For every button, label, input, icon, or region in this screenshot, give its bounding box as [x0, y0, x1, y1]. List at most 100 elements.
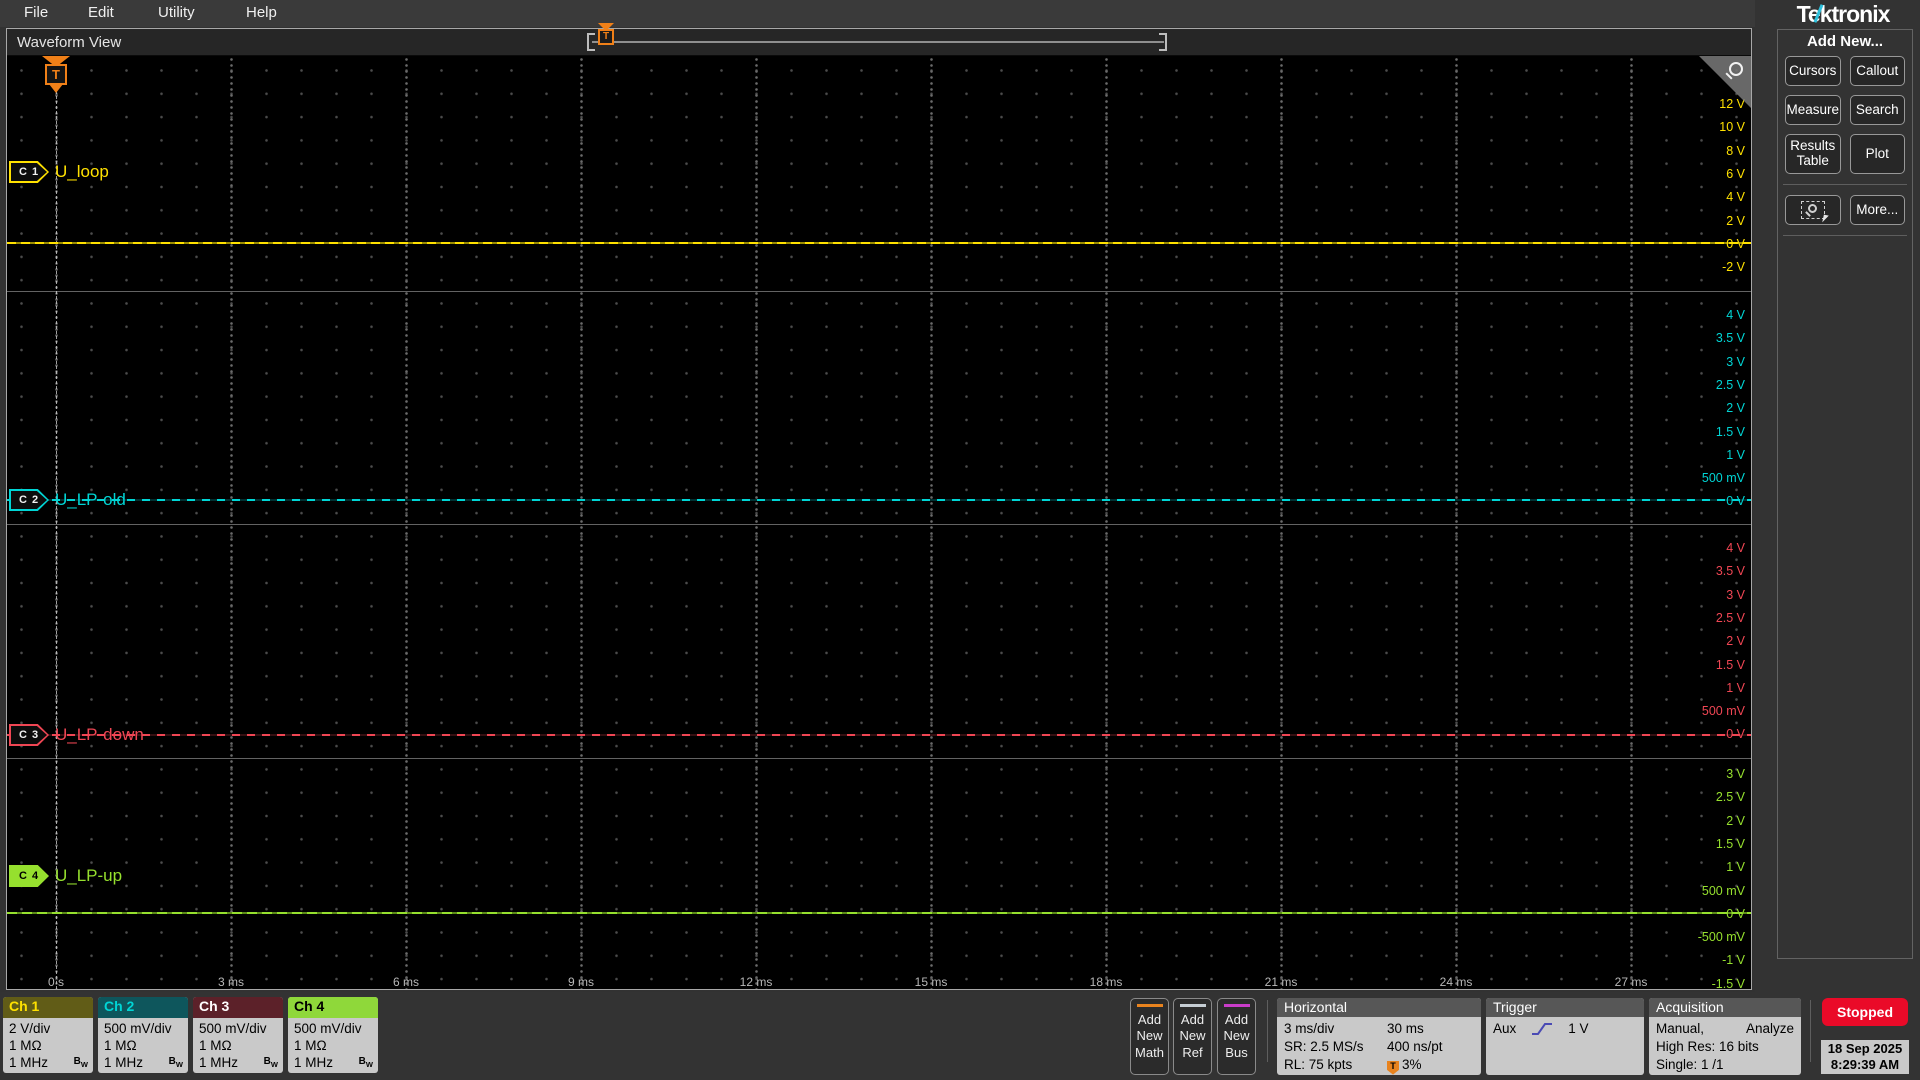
- trigger-source: Aux: [1493, 1021, 1517, 1036]
- axis-label: 10 V: [1719, 120, 1745, 135]
- slice-divider: [7, 524, 1751, 525]
- time-label: 8:29:39 AM: [1830, 1057, 1900, 1072]
- add-new-ref-button[interactable]: Add New Ref: [1173, 998, 1212, 1075]
- menu-help[interactable]: Help: [246, 4, 277, 21]
- channel-2-scale: 4 V 3.5 V 3 V 2.5 V 2 V 1.5 V 1 V 500 mV 0 V: [7, 56, 1751, 989]
- axis-label: 3 V: [1726, 767, 1745, 781]
- axis-label: 4 V: [1726, 190, 1745, 205]
- cursors-button[interactable]: Cursors: [1785, 56, 1841, 86]
- bar-separator: [1267, 1000, 1268, 1062]
- menu-file[interactable]: File: [24, 4, 48, 21]
- axis-label: -500 mV: [1697, 930, 1745, 945]
- trigger-position-line: [56, 56, 57, 989]
- add-new-math-button[interactable]: Add New Math: [1130, 998, 1169, 1075]
- waveform-trace-ch1[interactable]: [7, 242, 1751, 244]
- bandwidth-limit-icon: BW: [73, 1055, 88, 1069]
- more-button[interactable]: More...: [1849, 195, 1905, 225]
- datetime-display: 18 Sep 2025 8:29:39 AM: [1821, 1040, 1909, 1074]
- overview-right-bracket[interactable]: [1159, 33, 1167, 51]
- menu-bar: File Edit Utility Help: [0, 0, 1920, 27]
- channel-2-handle-label: C 2: [18, 494, 40, 506]
- axis-label: 2 V: [1726, 401, 1745, 416]
- acquisition-panel[interactable]: Acquisition Manual, Analyze High Res: 16 …: [1649, 998, 1801, 1075]
- slice-divider: [7, 291, 1751, 292]
- measure-button[interactable]: Measure: [1785, 95, 1841, 125]
- time-axis: 0 s3 ms 6 ms 9 ms 12 ms 15 ms 18 ms 21 ms 24 ms…: [7, 56, 1751, 989]
- axis-label: 3 V: [1726, 354, 1745, 369]
- horizontal-panel[interactable]: Horizontal 3 ms/div 30 ms SR: 2.5 MS/s 400…: [1277, 998, 1481, 1075]
- channel-4-card[interactable]: Ch 4 500 mV/div 1 MΩ 1 MHz BW: [288, 997, 378, 1073]
- waveform-trace-ch2[interactable]: [7, 499, 1751, 501]
- overview-trigger-t-icon: T: [598, 29, 614, 45]
- axis-label: 1 V: [1726, 447, 1745, 462]
- axis-label: 0 V: [1726, 494, 1745, 509]
- menu-utility[interactable]: Utility: [158, 4, 195, 21]
- add-new-bus-button[interactable]: Add New Bus: [1217, 998, 1256, 1075]
- overview-left-bracket[interactable]: [587, 33, 595, 51]
- channel-1-scale-setting: 2 V/div: [9, 1021, 51, 1036]
- time-tick-label: 21 ms: [1264, 975, 1298, 989]
- axis-label: 1.5 V: [1715, 836, 1745, 851]
- trigger-marker[interactable]: T: [41, 56, 71, 93]
- time-tick-label: 6 ms: [392, 975, 419, 989]
- axis-label: 8 V: [1726, 143, 1745, 158]
- channel-2-scale-setting: 500 mV/div: [104, 1021, 172, 1036]
- overview-trigger-marker[interactable]: T: [597, 23, 615, 45]
- callout-button[interactable]: Callout: [1849, 56, 1905, 86]
- plot-button[interactable]: Plot: [1849, 134, 1905, 174]
- resolution: 400 ns/pt: [1387, 1038, 1443, 1054]
- channel-4-card-title: Ch 4: [288, 997, 378, 1018]
- axis-label: 3.5 V: [1715, 331, 1745, 346]
- channel-3-card[interactable]: Ch 3 500 mV/div 1 MΩ 1 MHz BW: [193, 997, 283, 1073]
- trigger-marker-t-icon: T: [45, 64, 67, 85]
- bar-separator: [1810, 1000, 1811, 1062]
- acquisition-mode: Manual,: [1656, 1021, 1705, 1036]
- axis-label: 1 V: [1726, 860, 1745, 875]
- channel-1-card[interactable]: Ch 1 2 V/div 1 MΩ 1 MHz BW: [3, 997, 93, 1073]
- channel-4-handle[interactable]: C 4: [9, 865, 49, 887]
- waveform-trace-ch3[interactable]: [7, 734, 1751, 736]
- channel-3-handle-label: C 3: [18, 729, 40, 741]
- waveform-trace-ch4[interactable]: [7, 912, 1751, 914]
- search-button[interactable]: Search: [1849, 95, 1905, 125]
- axis-label: 500 mV: [1701, 471, 1745, 486]
- time-tick-label: 15 ms: [914, 975, 948, 989]
- time-tick-label: 3 ms: [217, 975, 244, 989]
- settings-bar: Ch 1 2 V/div 1 MΩ 1 MHz BW Ch 2 500 mV/d…: [0, 992, 1920, 1080]
- axis-label: 2.5 V: [1715, 790, 1745, 805]
- channel-2-card[interactable]: Ch 2 500 mV/div 1 MΩ 1 MHz BW: [98, 997, 188, 1073]
- zoom-corner-button[interactable]: [1699, 56, 1751, 108]
- axis-label: 500 mV: [1701, 883, 1745, 898]
- axis-label: -2 V: [1722, 260, 1745, 275]
- acquisition-single: Single: 1 /1: [1656, 1056, 1724, 1072]
- zoom-select-icon: [1800, 201, 1829, 224]
- axis-label: 2.5 V: [1715, 377, 1745, 392]
- bandwidth-limit-icon: BW: [263, 1055, 278, 1069]
- acquisition-resolution: High Res: 16 bits: [1656, 1038, 1759, 1054]
- time-tick-label: 18 ms: [1089, 975, 1123, 989]
- channel-2-handle[interactable]: C 2: [9, 489, 49, 511]
- waveform-view-header: Waveform View T: [7, 23, 1751, 56]
- results-table-button[interactable]: Results Table: [1785, 134, 1841, 174]
- axis-label: 2 V: [1726, 634, 1745, 649]
- time-tick-label: 24 ms: [1439, 975, 1473, 989]
- horizontal-panel-title: Horizontal: [1277, 998, 1481, 1017]
- menu-edit[interactable]: Edit: [88, 4, 114, 21]
- sidebar: Tektronix Add New... Cursors Callout Mea…: [1755, 0, 1920, 992]
- zoom-select-button[interactable]: [1785, 195, 1841, 225]
- bandwidth-limit-icon: BW: [168, 1055, 183, 1069]
- add-new-panel: Add New... Cursors Callout Measure Searc…: [1777, 29, 1913, 959]
- axis-label: -1.5 V: [1711, 976, 1745, 991]
- channel-1-scale: 12 V 10 V8 V6 V4 V2 V0 V -2 V: [7, 56, 1751, 989]
- axis-label: 4 V: [1726, 541, 1745, 555]
- axis-label: 3.5 V: [1715, 564, 1745, 579]
- channel-3-handle[interactable]: C 3: [9, 724, 49, 746]
- run-stop-status[interactable]: Stopped: [1822, 998, 1908, 1026]
- trigger-position-percent: 3%: [1402, 1056, 1422, 1072]
- horizontal-scale: 3 ms/div: [1284, 1021, 1335, 1036]
- axis-label: 1.5 V: [1715, 657, 1745, 672]
- channel-1-handle[interactable]: C 1: [9, 161, 49, 183]
- trigger-panel[interactable]: Trigger Aux 1 V: [1486, 998, 1644, 1075]
- axis-label: 3 V: [1726, 587, 1745, 602]
- time-tick-label: 27 ms: [1614, 975, 1648, 989]
